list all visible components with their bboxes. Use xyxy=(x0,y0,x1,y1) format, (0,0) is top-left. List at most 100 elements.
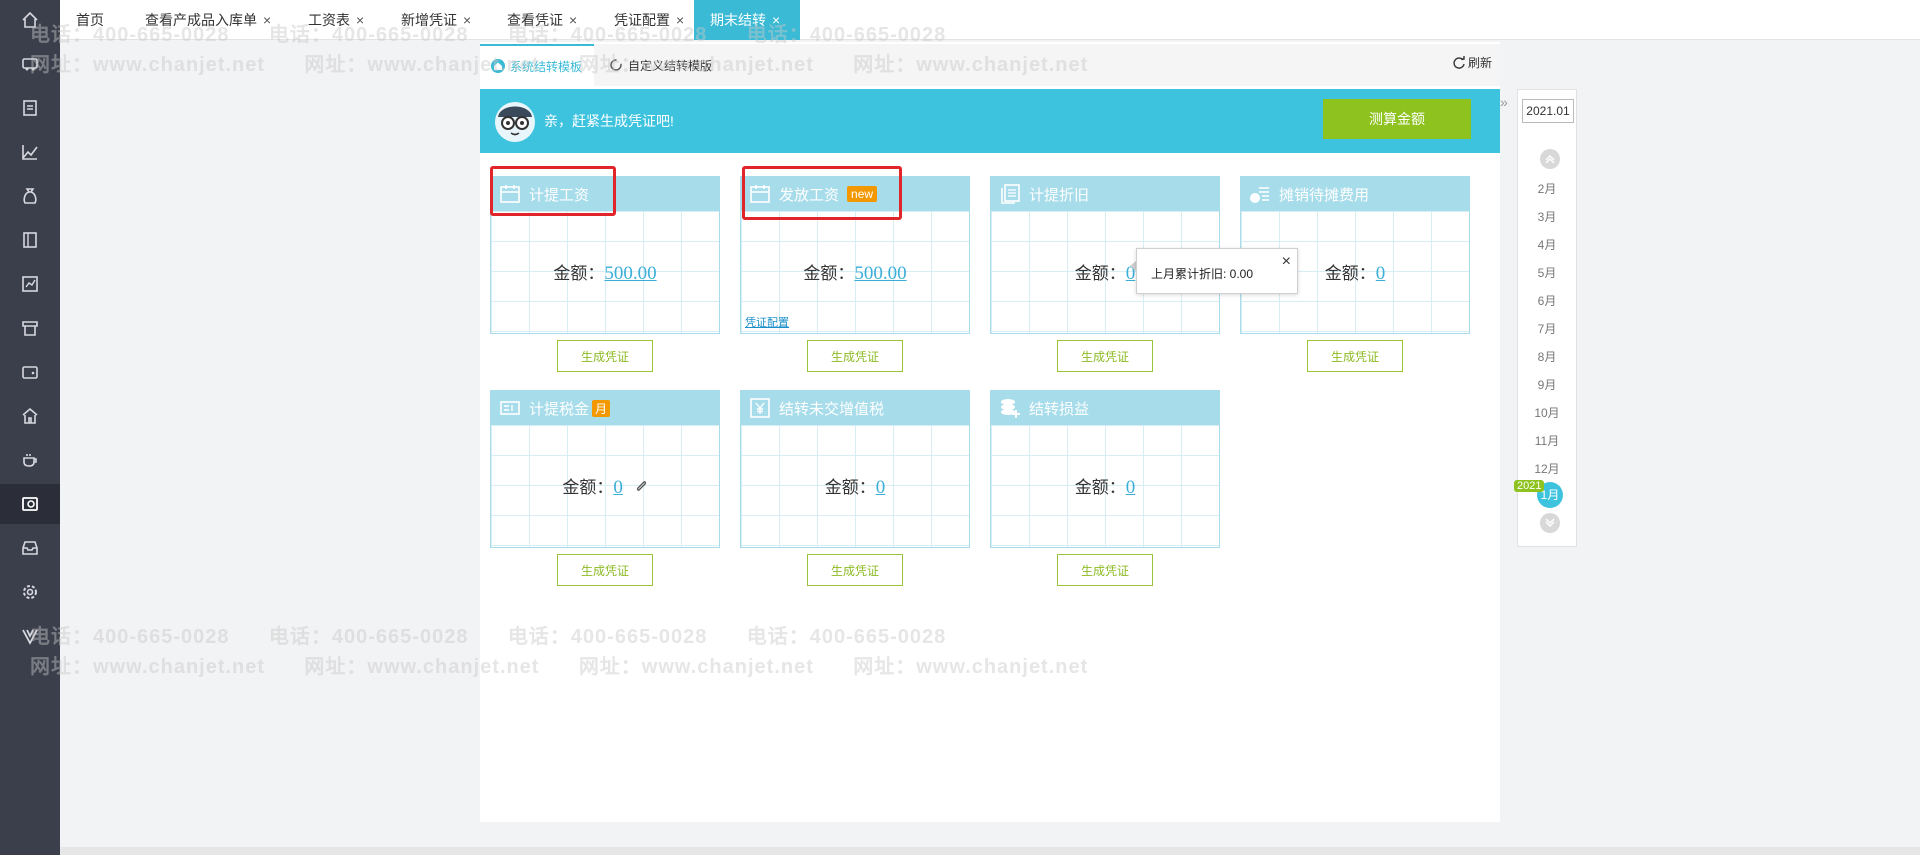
house-badge-icon xyxy=(491,59,505,73)
subtab-system-template[interactable]: 系统结转模板 xyxy=(480,44,594,86)
subtab-bar: 系统结转模板 自定义结转模版 xyxy=(480,44,1500,86)
close-icon[interactable]: × xyxy=(263,12,271,28)
card-accrue-tax: 计提税金 月 金额：0 xyxy=(490,390,720,548)
card-amount: 金额：0 xyxy=(741,473,969,499)
book-icon[interactable] xyxy=(0,220,60,260)
inbox-icon[interactable] xyxy=(0,528,60,568)
tab-finished-goods[interactable]: 查看产成品入库单 × xyxy=(129,0,292,40)
amount-label: 金额： xyxy=(1074,264,1126,283)
generate-voucher-button[interactable]: 生成凭证 xyxy=(557,340,653,372)
tab-label: 期末结转 xyxy=(710,12,766,28)
card-title: 摊销待摊费用 xyxy=(1279,186,1370,204)
card-title: 结转损益 xyxy=(1029,400,1090,418)
subtab-custom-template[interactable]: 自定义结转模版 xyxy=(598,44,718,86)
close-icon[interactable]: × xyxy=(1282,253,1291,271)
coin-list-icon xyxy=(1250,187,1269,203)
generate-voucher-button[interactable]: 生成凭证 xyxy=(557,554,653,586)
highlight-box xyxy=(742,166,902,220)
amount-value[interactable]: 500.00 xyxy=(854,263,906,284)
refresh-button[interactable]: 刷新 xyxy=(1452,54,1492,71)
coins-plus-icon xyxy=(1001,399,1020,418)
collapse-icon[interactable]: » xyxy=(1500,94,1508,110)
generate-voucher-button[interactable]: 生成凭证 xyxy=(1057,340,1153,372)
document-stack-icon xyxy=(1001,184,1020,204)
month-item[interactable]: 11月 xyxy=(1517,432,1577,449)
card-title: 计提折旧 xyxy=(1029,186,1090,204)
tab-voucher-config[interactable]: 凭证配置 × xyxy=(598,0,704,40)
money-bag-icon[interactable] xyxy=(0,176,60,216)
month-item[interactable]: 8月 xyxy=(1517,348,1577,365)
chart-icon[interactable] xyxy=(0,132,60,172)
month-item[interactable]: 5月 xyxy=(1517,264,1577,281)
card-header: 计提税金 月 xyxy=(491,391,719,425)
tab-view-voucher[interactable]: 查看凭证 × xyxy=(491,0,597,40)
card-title: 结转未交增值税 xyxy=(779,400,885,418)
card-amount: 金额：500.00 xyxy=(491,259,719,285)
amount-value[interactable]: 500.00 xyxy=(604,263,656,284)
generate-voucher-button[interactable]: 生成凭证 xyxy=(807,554,903,586)
tab-payroll[interactable]: 工资表 × xyxy=(292,0,385,40)
tea-cup-icon[interactable] xyxy=(0,440,60,480)
subtab-label: 系统结转模板 xyxy=(510,59,583,74)
generate-voucher-button[interactable]: 生成凭证 xyxy=(807,340,903,372)
list-icon[interactable] xyxy=(0,88,60,128)
month-item[interactable]: 6月 xyxy=(1517,292,1577,309)
month-item[interactable]: 10月 xyxy=(1517,404,1577,421)
voucher-icon[interactable] xyxy=(0,484,60,524)
tab-new-voucher[interactable]: 新增凭证 × xyxy=(385,0,490,40)
amount-value[interactable]: 0 xyxy=(876,477,886,498)
current-period[interactable]: 2021.01 xyxy=(1522,99,1574,123)
month-item[interactable]: 7月 xyxy=(1517,320,1577,337)
building-icon[interactable] xyxy=(0,396,60,436)
tax-icon xyxy=(500,401,520,415)
v-logo-icon[interactable] xyxy=(0,616,60,656)
month-item[interactable]: 2月 xyxy=(1517,180,1577,197)
month-item[interactable]: 4月 xyxy=(1517,236,1577,253)
tab-label: 新增凭证 xyxy=(401,12,457,28)
tab-label: 凭证配置 xyxy=(614,12,670,28)
attachment-icon[interactable] xyxy=(634,479,648,493)
banner-message: 亲，赶紧生成凭证吧! xyxy=(544,113,674,129)
tab-label: 首页 xyxy=(76,12,104,28)
bottom-scrollbar[interactable] xyxy=(60,847,1920,855)
tab-period-end[interactable]: 期末结转 × xyxy=(694,0,800,40)
banner: 亲，赶紧生成凭证吧! 测算金额 xyxy=(480,89,1500,153)
home-icon[interactable] xyxy=(0,0,60,40)
card-header: 摊销待摊费用 xyxy=(1241,177,1469,211)
close-icon[interactable]: × xyxy=(569,12,577,28)
amount-value[interactable]: 0 xyxy=(1126,477,1136,498)
month-item[interactable]: 12月 xyxy=(1517,460,1577,477)
report-icon[interactable] xyxy=(0,264,60,304)
card-amount: 金额：0 xyxy=(491,473,719,499)
car-icon[interactable] xyxy=(0,44,60,84)
tooltip-text: 上月累计折旧: 0.00 xyxy=(1151,267,1254,281)
close-icon[interactable]: × xyxy=(676,12,684,28)
voucher-config-link[interactable]: 凭证配置 xyxy=(745,314,789,330)
subtab-label: 自定义结转模版 xyxy=(628,58,713,73)
amount-value[interactable]: 0 xyxy=(1376,263,1386,284)
rotate-icon xyxy=(610,59,622,71)
card-header: 结转损益 xyxy=(991,391,1219,425)
store-icon[interactable] xyxy=(0,308,60,348)
close-icon[interactable]: × xyxy=(463,12,471,28)
card-transfer-profit-loss: 结转损益 金额：0 xyxy=(990,390,1220,548)
card-amount: 金额：0 xyxy=(991,473,1219,499)
close-icon[interactable]: × xyxy=(356,12,364,28)
settings-icon[interactable] xyxy=(0,572,60,612)
close-icon[interactable]: × xyxy=(772,12,780,28)
mascot-icon xyxy=(495,102,535,142)
generate-voucher-button[interactable]: 生成凭证 xyxy=(1307,340,1403,372)
scroll-up-icon[interactable] xyxy=(1540,149,1560,169)
month-item[interactable]: 9月 xyxy=(1517,376,1577,393)
wallet-icon[interactable] xyxy=(0,352,60,392)
year-badge: 2021 xyxy=(1514,480,1545,492)
amount-label: 金额： xyxy=(553,264,605,283)
generate-voucher-button[interactable]: 生成凭证 xyxy=(1057,554,1153,586)
month-item[interactable]: 3月 xyxy=(1517,208,1577,225)
refresh-label: 刷新 xyxy=(1468,56,1493,70)
scroll-down-icon[interactable] xyxy=(1540,513,1560,533)
amount-value[interactable]: 0 xyxy=(613,477,623,498)
tab-home[interactable]: 首页 xyxy=(60,0,125,40)
calculate-amount-button[interactable]: 测算金额 xyxy=(1323,99,1471,139)
tab-label: 工资表 xyxy=(308,12,350,28)
